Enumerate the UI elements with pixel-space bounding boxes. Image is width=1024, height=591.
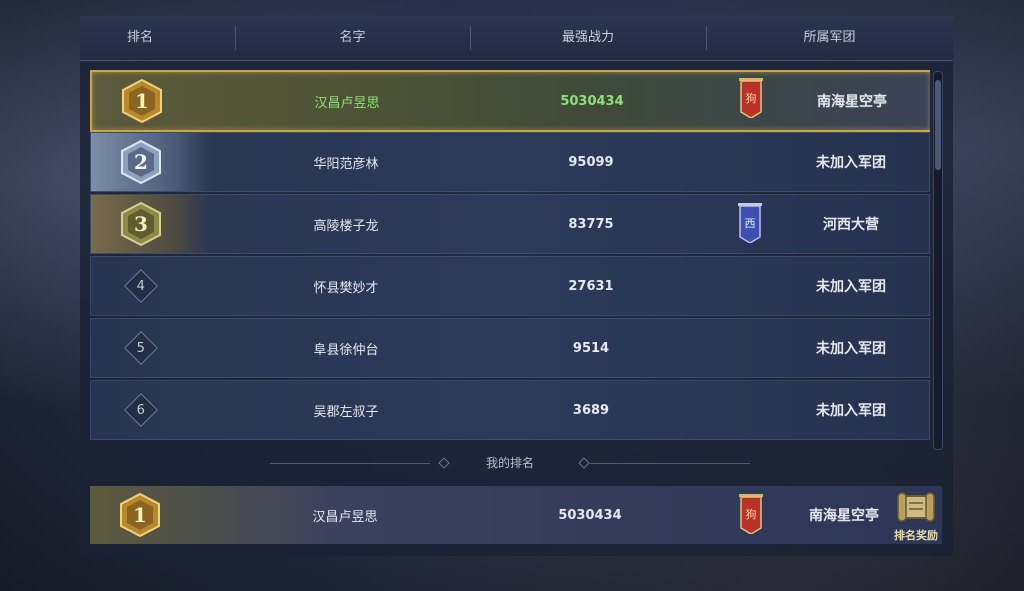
legion-name: 南海星空亭 (817, 94, 887, 110)
table-row[interactable]: 1 汉昌卢昱思 5030434 狗 南海星空亭 (90, 70, 930, 132)
rank-1-medal-icon: 1 (92, 72, 192, 130)
power-value: 83775 (568, 216, 614, 232)
legion-name: 河西大营 (823, 217, 879, 233)
power-value: 9514 (572, 340, 610, 356)
legion-name: 未加入军团 (816, 341, 886, 357)
header-rank: 排名 (126, 30, 153, 45)
rank-reward-button[interactable]: 排名奖励 (888, 490, 944, 546)
power-value: 5030434 (558, 507, 622, 523)
legion-banner-icon: 西 (738, 203, 762, 243)
power-value: 27631 (568, 278, 614, 294)
rank-number: 1 (133, 503, 147, 527)
power-value: 5030434 (560, 93, 624, 109)
rank-1-medal-icon: 1 (90, 486, 190, 544)
rank-diamond-icon: 5 (124, 331, 158, 365)
rank-number: 4 (136, 278, 146, 294)
rank-diamond-icon: 4 (124, 269, 158, 303)
table-row[interactable]: 2 华阳范彦林 95099 未加入军团 (90, 132, 930, 192)
player-name[interactable]: 高陵楼子龙 (291, 195, 401, 253)
divider-ornament-icon (438, 457, 450, 469)
legion-name: 未加入军团 (816, 279, 886, 295)
table-row[interactable]: 3 高陵楼子龙 83775 西 河西大营 (90, 194, 930, 254)
player-name[interactable]: 汉昌卢昱思 (292, 72, 402, 130)
rank-diamond-icon: 6 (124, 393, 158, 427)
reward-label: 排名奖励 (894, 529, 938, 542)
table-header: 排名 名字 最强战力 所属军团 (80, 16, 953, 61)
power-value: 3689 (572, 402, 610, 418)
banner-char: 西 (745, 217, 756, 230)
table-row[interactable]: 6 吴郡左叔子 3689 未加入军团 (90, 380, 930, 440)
my-rank-label: 我的排名 (485, 456, 534, 470)
ranking-panel: 排名 名字 最强战力 所属军团 1 汉昌卢昱思 5030434 狗 南海星空亭 … (80, 16, 953, 556)
banner-char: 狗 (746, 92, 757, 105)
scrollbar[interactable] (933, 71, 943, 450)
legion-name: 未加入军团 (816, 155, 886, 171)
header-name: 名字 (339, 30, 366, 45)
legion-banner-icon: 狗 (739, 494, 763, 534)
rank-number: 3 (134, 212, 148, 236)
player-name[interactable]: 怀县樊妙才 (291, 257, 401, 315)
my-rank-row: 1 汉昌卢昱思 5030434 狗 南海星空亭 (90, 486, 942, 544)
player-name[interactable]: 吴郡左叔子 (291, 381, 401, 439)
player-name[interactable]: 华阳范彦林 (291, 133, 401, 191)
table-row[interactable]: 5 阜县徐仲台 9514 未加入军团 (90, 318, 930, 378)
rank-number: 2 (134, 150, 148, 174)
header-legion: 所属军团 (803, 30, 856, 45)
banner-char: 狗 (746, 508, 757, 521)
ranking-list[interactable]: 1 汉昌卢昱思 5030434 狗 南海星空亭 2 华阳范彦林 95099 未加… (90, 70, 930, 450)
divider-ornament-icon (578, 457, 590, 469)
power-value: 95099 (568, 154, 614, 170)
rank-2-medal-icon: 2 (91, 133, 191, 191)
rank-number: 6 (136, 402, 146, 418)
table-row[interactable]: 4 怀县樊妙才 27631 未加入军团 (90, 256, 930, 316)
rank-number: 1 (135, 89, 149, 113)
header-power: 最强战力 (561, 30, 614, 45)
player-name[interactable]: 阜县徐仲台 (291, 319, 401, 377)
reward-scroll-icon (897, 492, 935, 522)
rank-number: 5 (136, 340, 146, 356)
legion-name: 未加入军团 (816, 403, 886, 419)
scrollbar-thumb[interactable] (935, 80, 941, 170)
player-name: 汉昌卢昱思 (312, 509, 378, 525)
legion-banner-icon: 狗 (739, 78, 763, 118)
rank-3-medal-icon: 3 (91, 195, 191, 253)
my-rank-divider: 我的排名 (90, 452, 930, 474)
